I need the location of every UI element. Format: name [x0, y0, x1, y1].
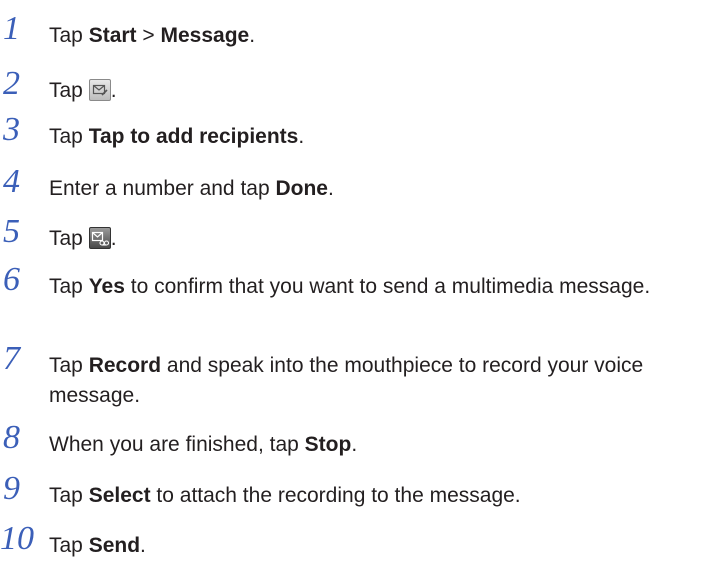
- step-number: 3: [3, 111, 20, 148]
- compose-message-icon: [88, 79, 111, 101]
- send-label: Send: [88, 534, 141, 557]
- yes-label: Yes: [88, 275, 125, 298]
- tap-to-add-recipients-label: Tap to add recipients: [88, 125, 299, 148]
- step-text: Tap Yes to confirm that you want to send…: [49, 275, 651, 298]
- step-text: Tap Tap to add recipients.: [49, 125, 305, 148]
- step-number: 10: [0, 520, 34, 557]
- voice-message-icon: [88, 227, 111, 249]
- select-label: Select: [88, 484, 151, 507]
- instruction-steps: 1 Tap Start > Message. 2 Tap . 3 Tap Tap…: [0, 0, 718, 569]
- step-text: When you are finished, tap Stop.: [49, 433, 358, 456]
- step-number: 6: [3, 261, 20, 298]
- step-number: 8: [3, 419, 20, 456]
- done-label: Done: [275, 177, 328, 200]
- step-number: 9: [3, 470, 20, 507]
- record-label: Record: [88, 354, 162, 377]
- step-text: Tap Start > Message.: [49, 24, 256, 47]
- step-number: 5: [3, 213, 20, 250]
- step-text: Enter a number and tap Done.: [49, 177, 334, 200]
- step-text: Tap .: [49, 79, 117, 102]
- step-text: Tap Select to attach the recording to th…: [49, 484, 521, 507]
- step-text: Tap Record and speak into the mouthpiece…: [49, 354, 644, 407]
- step-number: 1: [3, 10, 20, 47]
- step-text: Tap .: [49, 227, 117, 250]
- step-number: 7: [3, 340, 20, 377]
- message-label: Message: [160, 24, 250, 47]
- step-number: 2: [3, 65, 20, 102]
- start-label: Start: [88, 24, 137, 47]
- step-number: 4: [3, 163, 20, 200]
- step-text: Tap Send.: [49, 534, 146, 557]
- stop-label: Stop: [304, 433, 352, 456]
